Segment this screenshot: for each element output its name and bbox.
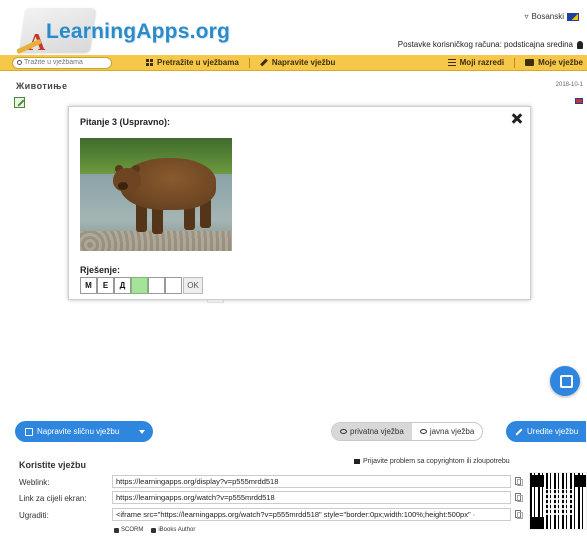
visibility-toggle: privatna vježba javna vježba [331, 422, 484, 441]
scorm-link[interactable]: SCORM [114, 527, 143, 533]
edit-icon[interactable] [14, 97, 25, 108]
book-icon [151, 527, 157, 533]
question-title: Pitanje 3 (Uspravno): [80, 117, 171, 127]
use-app-heading: Koristite vježbu [19, 460, 87, 470]
eye-slash-icon [340, 429, 347, 434]
answer-label: Rješenje: [80, 265, 121, 275]
account-label: Postavke korisničkog računa: podsticajna… [397, 40, 573, 49]
ok-button[interactable]: OK [183, 277, 203, 294]
embed-code-field[interactable]: <iframe src="https://learningapps.org/wa… [112, 508, 511, 521]
embed-label: Ugraditi: [19, 511, 49, 520]
export-links: SCORM iBooks Author [114, 527, 195, 533]
copy-icon[interactable] [515, 493, 523, 502]
fullscreen-link-field[interactable]: https://learningapps.org/watch?v=p555mrd… [112, 491, 511, 504]
uk-flag-icon[interactable] [575, 98, 583, 104]
my-classes-label: Moji razredi [459, 58, 505, 67]
weblink-label: Weblink: [19, 478, 50, 487]
logo-text: LearningApps.org [46, 20, 231, 43]
public-option[interactable]: javna vježba [412, 423, 482, 440]
edit-app-label: Uredite vježbu [527, 427, 579, 436]
private-label: privatna vježba [350, 427, 404, 436]
public-label: javna vježba [429, 427, 475, 436]
create-similar-label: Napravite sličnu vježbu [37, 427, 120, 436]
photo-rocks [80, 231, 232, 251]
answer-cell[interactable] [148, 277, 165, 294]
eye-icon [419, 429, 427, 434]
list-icon [447, 59, 456, 66]
learningapps-logo[interactable]: A LearningApps.org [16, 8, 246, 56]
bear-snout [118, 182, 128, 190]
create-app-link[interactable]: Napravite vježbu [250, 58, 346, 67]
language-label: Bosanski [531, 12, 564, 21]
report-problem-link[interactable]: Prijavite problem sa copyrightom ili zlo… [354, 458, 510, 465]
edit-square-icon [25, 427, 33, 436]
copy-icon[interactable] [515, 477, 523, 486]
check-solution-button[interactable] [550, 366, 580, 396]
my-apps-link[interactable]: Moje vježbe [515, 58, 587, 67]
search-input[interactable] [24, 59, 104, 66]
account-settings-link[interactable]: Postavke korisničkog računa: podsticajna… [398, 40, 583, 49]
answer-cell-active[interactable] [131, 277, 148, 294]
close-icon[interactable] [510, 111, 524, 125]
answer-cell[interactable]: М [80, 277, 97, 294]
package-icon [114, 527, 119, 533]
answer-cell[interactable] [165, 277, 182, 294]
search-box[interactable] [12, 56, 112, 69]
chevron-down-icon[interactable] [139, 429, 145, 434]
edit-app-button[interactable]: Uredite vježbu [506, 421, 586, 442]
weblink-field[interactable]: https://learningapps.org/display?v=p555m… [112, 475, 511, 488]
copy-icon[interactable] [515, 510, 523, 519]
qr-code[interactable] [529, 472, 587, 530]
language-selector[interactable]: ▿ Bosanski [525, 12, 579, 21]
browse-apps-label: Pretražite u vježbama [157, 58, 239, 67]
pencil-icon [515, 427, 523, 436]
private-option[interactable]: privatna vježba [332, 423, 412, 440]
search-icon [17, 60, 22, 65]
app-date: 2018-10-1 [555, 82, 583, 88]
question-dialog: Pitanje 3 (Uspravno): Rješenje: М Е Д OK [68, 106, 531, 300]
main-navbar: Pretražite u vježbama Napravite vježbu M… [0, 55, 587, 71]
create-app-label: Napravite vježbu [271, 58, 336, 67]
bear-photo [80, 138, 232, 251]
ibooks-link[interactable]: iBooks Author [151, 527, 195, 533]
folder-icon [525, 59, 535, 66]
bosnia-flag-icon [567, 12, 579, 21]
user-icon [577, 40, 583, 49]
grid-icon [146, 59, 153, 66]
flag-icon [354, 459, 360, 464]
my-apps-label: Moje vježbe [538, 58, 583, 67]
pencil-icon [259, 58, 268, 67]
chevron-down-icon: ▿ [524, 12, 529, 21]
browse-apps-link[interactable]: Pretražite u vježbama [136, 58, 249, 67]
app-title: Животиње [16, 81, 68, 91]
report-label: Prijavite problem sa copyrightom ili zlo… [363, 458, 510, 465]
answer-cell[interactable]: Д [114, 277, 131, 294]
create-similar-button[interactable]: Napravite sličnu vježbu [15, 421, 153, 442]
answer-input-row: М Е Д OK [80, 277, 203, 294]
answer-cell[interactable]: Е [97, 277, 114, 294]
ibooks-label: iBooks Author [158, 527, 196, 533]
my-classes-link[interactable]: Moji razredi [438, 58, 514, 67]
scorm-label: SCORM [121, 527, 144, 533]
fullscreen-link-label: Link za cijeli ekran: [19, 494, 87, 503]
